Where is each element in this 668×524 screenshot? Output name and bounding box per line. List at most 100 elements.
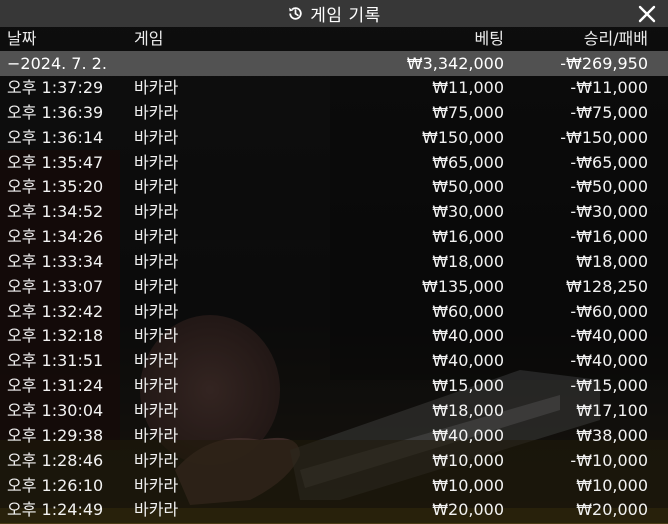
row-time: 오후 1:36:39 [7,102,104,122]
table-row[interactable]: 오후 1:35:47 바카라 ₩65,000 -₩65,000 [0,150,668,176]
table-row[interactable]: 오후 1:36:14 바카라 ₩150,000 -₩150,000 [0,125,668,151]
table-row[interactable]: 오후 1:37:29 바카라 ₩11,000 -₩11,000 [0,76,668,101]
table-row[interactable]: 오후 1:31:24 바카라 ₩15,000 -₩15,000 [0,374,668,399]
row-game: 바카라 [134,376,179,396]
header-date: 날짜 [7,29,37,48]
date-group-total-bet: ₩3,342,000 [406,54,504,73]
history-icon [287,5,304,22]
table-row[interactable]: 오후 1:32:42 바카라 ₩60,000 -₩60,000 [0,299,668,325]
row-time: 오후 1:33:07 [7,276,104,296]
row-result: -₩40,000 [570,326,648,346]
row-game: 바카라 [134,152,179,172]
row-game: 바카라 [134,276,179,296]
row-result: ₩17,100 [576,400,648,420]
row-result: -₩15,000 [570,376,648,396]
row-result: ₩18,000 [576,251,648,271]
row-bet: ₩40,000 [432,425,504,445]
row-game: 바카라 [134,351,179,371]
table-row[interactable]: 오후 1:35:20 바카라 ₩50,000 -₩50,000 [0,175,668,201]
row-time: 오후 1:33:34 [7,251,104,271]
row-game: 바카라 [134,202,179,222]
row-time: 오후 1:36:14 [7,127,104,147]
row-time: 오후 1:24:49 [7,500,104,520]
row-time: 오후 1:32:42 [7,301,104,321]
row-bet: ₩135,000 [422,276,504,296]
row-bet: ₩65,000 [432,152,504,172]
table-row[interactable]: 오후 1:34:26 바카라 ₩16,000 -₩16,000 [0,225,668,250]
row-bet: ₩10,000 [432,475,504,495]
row-time: 오후 1:32:18 [7,326,104,346]
row-time: 오후 1:26:10 [7,475,104,495]
row-time: 오후 1:30:04 [7,400,104,420]
row-game: 바카라 [134,127,179,147]
row-game: 바카라 [134,78,179,97]
row-result: -₩50,000 [570,177,648,197]
row-time: 오후 1:34:52 [7,202,104,222]
row-game: 바카라 [134,301,179,321]
row-game: 바카라 [134,475,179,495]
row-bet: ₩30,000 [432,202,504,222]
table-row[interactable]: 오후 1:29:38 바카라 ₩40,000 ₩38,000 [0,423,668,449]
row-bet: ₩40,000 [432,326,504,346]
row-game: 바카라 [134,227,179,247]
row-bet: ₩40,000 [432,351,504,371]
row-game: 바카라 [134,177,179,197]
date-group-total-win-loss: -₩269,950 [560,54,648,73]
row-game: 바카라 [134,450,179,470]
row-bet: ₩60,000 [432,301,504,321]
table-row[interactable]: 오후 1:34:52 바카라 ₩30,000 -₩30,000 [0,200,668,226]
row-bet: ₩75,000 [432,102,504,122]
row-bet: ₩16,000 [432,227,504,247]
row-time: 오후 1:28:46 [7,450,104,470]
table-row[interactable]: 오후 1:33:07 바카라 ₩135,000 ₩128,250 [0,274,668,300]
row-time: 오후 1:37:29 [7,78,104,97]
row-result: ₩20,000 [576,500,648,520]
row-result: -₩150,000 [560,127,648,147]
table-row[interactable]: 오후 1:24:49 바카라 ₩20,000 ₩20,000 [0,498,668,524]
row-result: -₩65,000 [570,152,648,172]
row-time: 오후 1:34:26 [7,227,104,247]
row-game: 바카라 [134,102,179,122]
row-game: 바카라 [134,326,179,346]
row-result: -₩16,000 [570,227,648,247]
table-row[interactable]: 오후 1:36:39 바카라 ₩75,000 -₩75,000 [0,100,668,126]
table-row[interactable]: 오후 1:33:34 바카라 ₩18,000 ₩18,000 [0,249,668,275]
close-button[interactable] [636,3,658,25]
row-time: 오후 1:29:38 [7,425,104,445]
row-game: 바카라 [134,425,179,445]
table-row[interactable]: 오후 1:26:10 바카라 ₩10,000 ₩10,000 [0,473,668,499]
row-bet: ₩50,000 [432,177,504,197]
row-game: 바카라 [134,251,179,271]
row-result: -₩11,000 [570,78,648,97]
date-group-row[interactable]: −2024. 7. 2. ₩3,342,000 -₩269,950 [0,51,668,76]
row-bet: ₩11,000 [432,78,504,97]
row-bet: ₩15,000 [432,376,504,396]
close-icon[interactable] [636,3,658,25]
row-bet: ₩150,000 [422,127,504,147]
window-title: 게임 기록 [310,6,381,26]
row-result: -₩30,000 [570,202,648,222]
title-bar: 게임 기록 [0,0,668,27]
row-result: -₩60,000 [570,301,648,321]
row-result: ₩38,000 [576,425,648,445]
row-result: -₩75,000 [570,102,648,122]
row-time: 오후 1:35:47 [7,152,104,172]
table-header: 날짜 게임 베팅 승리/패배 [0,27,668,51]
row-result: -₩40,000 [570,351,648,371]
row-result: -₩10,000 [570,450,648,470]
table-row[interactable]: 오후 1:30:04 바카라 ₩18,000 ₩17,100 [0,398,668,424]
header-win-loss: 승리/패배 [583,29,648,48]
row-time: 오후 1:31:51 [7,351,104,371]
row-game: 바카라 [134,500,179,520]
history-list: 오후 1:37:29 바카라 ₩11,000 -₩11,000 오후 1:36:… [0,76,668,524]
table-row[interactable]: 오후 1:31:51 바카라 ₩40,000 -₩40,000 [0,349,668,375]
row-result: ₩128,250 [566,276,648,296]
header-bet: 베팅 [474,29,504,48]
table-row[interactable]: 오후 1:32:18 바카라 ₩40,000 -₩40,000 [0,324,668,350]
row-bet: ₩20,000 [432,500,504,520]
header-game: 게임 [134,29,164,48]
table-row[interactable]: 오후 1:28:46 바카라 ₩10,000 -₩10,000 [0,448,668,474]
title-group: 게임 기록 [287,1,380,26]
game-history-panel: 게임 기록 날짜 게임 베팅 승리/패배 −2024. 7. 2. ₩3,342… [0,0,668,524]
row-time: 오후 1:35:20 [7,177,104,197]
